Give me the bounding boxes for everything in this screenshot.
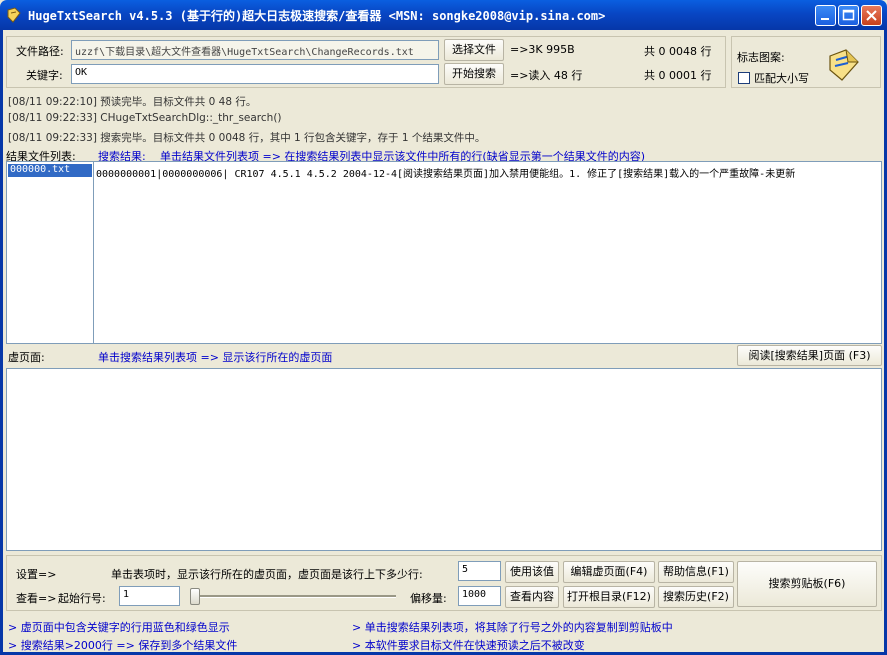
total-lines-label: 共 0 0048 行 bbox=[644, 45, 712, 58]
window-title: HugeTxtSearch v4.5.3 (基于行的)超大日志极速搜索/查看器 … bbox=[28, 9, 606, 23]
log-line: [08/11 09:22:33] 搜索完毕。目标文件共 0 0048 行，其中 … bbox=[8, 132, 486, 144]
close-icon bbox=[866, 10, 877, 21]
tip-text: > 搜索结果>2000行 => 保存到多个结果文件 bbox=[8, 639, 238, 652]
search-result-list[interactable]: 0000000001|0000000006| CR107 4.5.1 4.5.2… bbox=[93, 161, 882, 344]
app-icon bbox=[6, 7, 22, 23]
logo-label: 标志图案: bbox=[737, 51, 785, 64]
line-slider[interactable] bbox=[190, 586, 402, 606]
tip-text: > 虚页面中包含关键字的行用蓝色和绿色显示 bbox=[8, 621, 230, 634]
start-line-input[interactable]: 1 bbox=[119, 586, 180, 606]
maximize-icon bbox=[842, 9, 855, 21]
use-value-button[interactable]: 使用该值 bbox=[505, 561, 559, 583]
virtual-page-label: 虚页面: bbox=[8, 351, 45, 364]
match-case-checkbox[interactable] bbox=[738, 72, 750, 84]
help-button[interactable]: 帮助信息(F1) bbox=[658, 561, 734, 583]
settings-hint: 单击表项时，显示该行所在的虚页面，虚页面是该行上下多少行: bbox=[111, 568, 423, 581]
search-clipboard-button[interactable]: 搜索剪贴板(F6) bbox=[737, 561, 877, 607]
virtual-page-viewer[interactable] bbox=[6, 368, 882, 551]
log-line: [08/11 09:22:33] CHugeTxtSearchDlg::_thr… bbox=[8, 112, 282, 124]
edit-virtual-page-button[interactable]: 编辑虚页面(F4) bbox=[563, 561, 655, 583]
logo-image bbox=[826, 48, 862, 82]
result-file-item[interactable]: 000000.txt bbox=[8, 164, 92, 177]
read-result-page-button[interactable]: 阅读[搜索结果]页面 (F3) bbox=[737, 345, 882, 366]
matched-lines-label: 共 0 0001 行 bbox=[644, 69, 712, 82]
settings-label: 设置=> bbox=[16, 568, 57, 581]
tip-text: > 本软件要求目标文件在快速预读之后不被改变 bbox=[352, 639, 585, 652]
start-line-label: 起始行号: bbox=[58, 592, 106, 605]
choose-file-button[interactable]: 选择文件 bbox=[444, 39, 504, 61]
minimize-button[interactable] bbox=[815, 5, 836, 26]
virtual-page-hint: 单击搜索结果列表项 => 显示该行所在的虚页面 bbox=[98, 351, 333, 364]
result-file-list[interactable]: 000000.txt bbox=[6, 161, 94, 344]
page-lines-input[interactable]: 5 bbox=[458, 561, 501, 581]
offset-label: 偏移量: bbox=[410, 592, 447, 605]
offset-input[interactable]: 1000 bbox=[458, 586, 501, 606]
slider-track bbox=[196, 595, 396, 598]
search-history-button[interactable]: 搜索历史(F2) bbox=[658, 586, 734, 608]
close-button[interactable] bbox=[861, 5, 882, 26]
minimize-icon bbox=[821, 18, 829, 20]
keyword-label: 关键字: bbox=[26, 69, 63, 82]
view-label: 查看=> bbox=[16, 592, 57, 605]
keyword-input[interactable]: OK bbox=[71, 64, 439, 84]
log-line: [08/11 09:22:10] 预读完毕。目标文件共 0 48 行。 bbox=[8, 96, 257, 108]
search-result-row[interactable]: 0000000001|0000000006| CR107 4.5.1 4.5.2… bbox=[96, 165, 795, 180]
title-bar[interactable]: HugeTxtSearch v4.5.3 (基于行的)超大日志极速搜索/查看器 … bbox=[0, 0, 887, 30]
open-root-dir-button[interactable]: 打开根目录(F12) bbox=[563, 586, 655, 608]
slider-thumb[interactable] bbox=[190, 588, 200, 605]
start-search-button[interactable]: 开始搜索 bbox=[444, 63, 504, 85]
tip-text: > 单击搜索结果列表项，将其除了行号之外的内容复制到剪贴板中 bbox=[352, 621, 673, 634]
match-case-label: 匹配大小写 bbox=[754, 72, 809, 85]
path-field[interactable]: uzzf\下载目录\超大文件查看器\HugeTxtSearch\ChangeRe… bbox=[71, 40, 439, 60]
view-content-button[interactable]: 查看内容 bbox=[505, 586, 559, 608]
read-lines-info: =>读入 48 行 bbox=[510, 69, 583, 82]
logo-icon bbox=[829, 49, 859, 81]
path-label: 文件路径: bbox=[16, 45, 64, 58]
maximize-button[interactable] bbox=[838, 5, 859, 26]
file-size-info: =>3K 995B bbox=[510, 43, 575, 56]
